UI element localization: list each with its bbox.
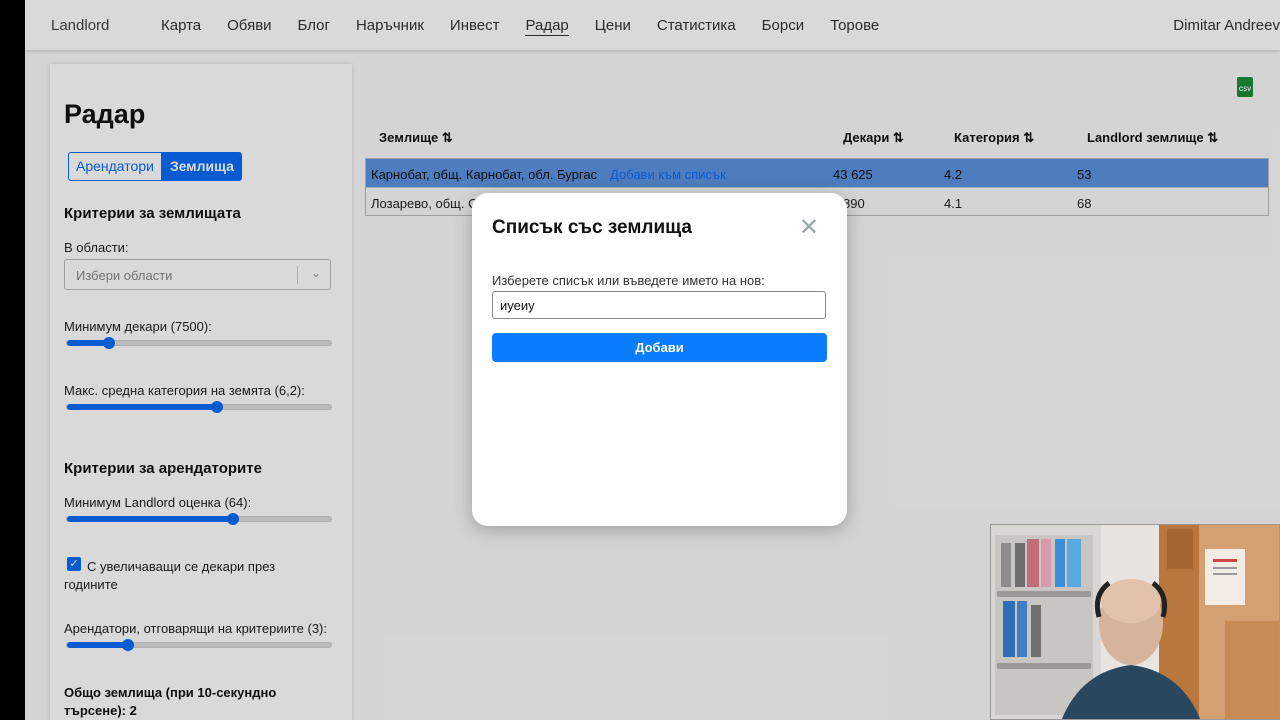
webcam-overlay xyxy=(990,524,1280,720)
list-name-label: Изберете списък или въведете името на но… xyxy=(492,273,765,288)
add-button[interactable]: Добави xyxy=(492,333,827,362)
list-name-input[interactable] xyxy=(492,291,826,319)
close-icon[interactable]: ✕ xyxy=(799,213,819,242)
modal-title: Списък със землища xyxy=(492,217,692,238)
land-list-modal: Списък със землища ✕ Изберете списък или… xyxy=(472,193,847,526)
webcam-feed-image xyxy=(991,525,1279,719)
